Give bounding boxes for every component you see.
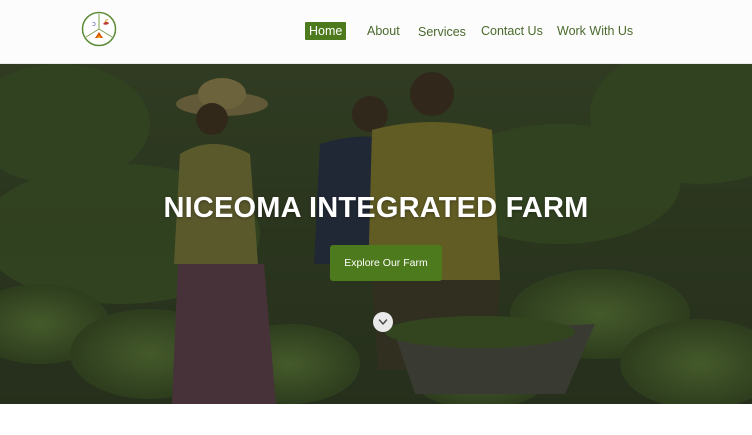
hero-title: NICEOMA INTEGRATED FARM <box>163 192 589 224</box>
nav-work-with-us-link[interactable]: Work With Us <box>557 23 633 39</box>
nav-contact-link[interactable]: Contact Us <box>481 23 543 39</box>
site-header: ɔ Home About Services Contact Us Work Wi… <box>0 0 752 64</box>
nav-services-link[interactable]: Services <box>418 24 466 40</box>
explore-farm-button[interactable]: Explore Our Farm <box>330 245 442 281</box>
farm-logo-icon[interactable]: ɔ <box>81 11 117 47</box>
hero-background-image <box>0 64 752 404</box>
svg-text:ɔ: ɔ <box>92 20 96 28</box>
hero-section: NICEOMA INTEGRATED FARM Explore Our Farm <box>0 64 752 404</box>
scroll-down-button[interactable] <box>373 312 393 332</box>
nav-about-link[interactable]: About <box>367 23 400 39</box>
next-section-preview <box>0 404 752 435</box>
chevron-down-icon <box>378 319 388 325</box>
nav-home-link[interactable]: Home <box>305 22 347 40</box>
